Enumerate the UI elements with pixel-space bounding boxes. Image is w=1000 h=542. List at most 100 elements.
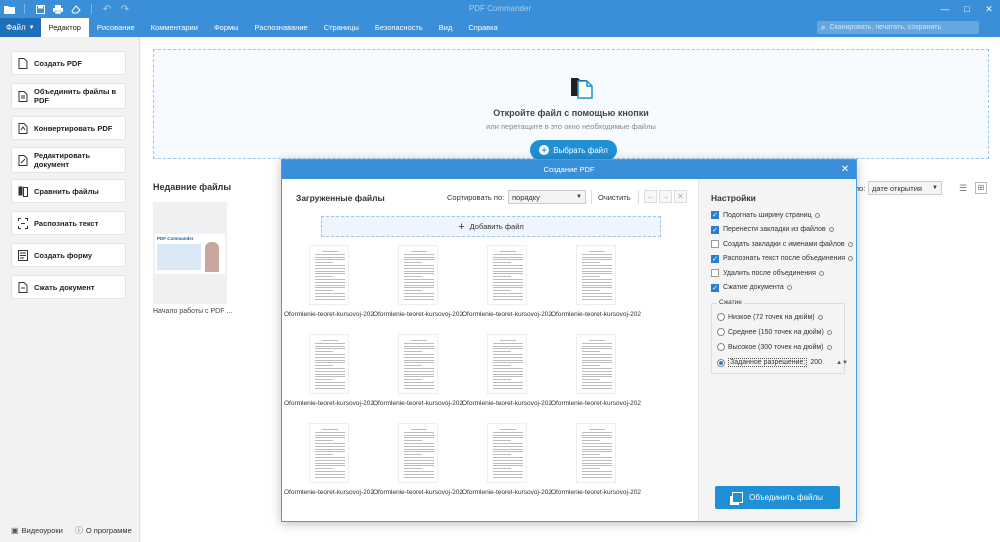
merge-files-button-primary[interactable]: Объединить файлы: [715, 486, 840, 509]
setting-label: Удалить после объединения: [723, 269, 816, 277]
compression-custom-radio[interactable]: Заданное разрешение: 200 ▲▼: [717, 358, 848, 367]
compression-high-label: Высокое (300 точек на дюйм): [728, 343, 824, 351]
create-form-button[interactable]: Создать форму: [11, 243, 126, 267]
list-view-icon[interactable]: ☰: [959, 183, 969, 193]
file-name: Oformlenie-teoret-kursovoj-2026...: [284, 311, 374, 318]
video-icon: ▣: [11, 526, 19, 535]
compression-medium-label: Среднее (150 точек на дюйм): [728, 328, 824, 336]
choose-file-button[interactable]: + Выбрать файл: [530, 140, 617, 160]
setting-option[interactable]: ✓ Подогнать ширину страниц: [711, 211, 820, 219]
checkbox[interactable]: [711, 240, 719, 248]
grid-view-icon[interactable]: ⊞: [975, 182, 987, 194]
form-icon: [18, 249, 28, 261]
tab-recognition[interactable]: Распознавание: [247, 18, 316, 37]
choose-file-label: Выбрать файл: [553, 145, 608, 155]
checkbox[interactable]: ✓: [711, 254, 719, 263]
drop-zone[interactable]: Откройте файл с помощью кнопки или перет…: [153, 49, 989, 160]
help-icon[interactable]: [826, 344, 832, 350]
tab-editor[interactable]: Редактор: [40, 18, 89, 37]
checkbox[interactable]: ✓: [711, 225, 719, 234]
file-name: Oformlenie-teoret-kursovoj-2026...: [462, 311, 552, 318]
eraser-icon[interactable]: [67, 0, 85, 18]
create-form-label: Создать форму: [34, 250, 93, 260]
convert-pdf-button[interactable]: Конвертировать PDF: [11, 116, 126, 140]
about-link[interactable]: ⓘ О программе: [75, 525, 132, 536]
radio-high[interactable]: [717, 343, 725, 351]
open-folder-icon[interactable]: [0, 0, 18, 18]
tab-forms[interactable]: Формы: [206, 18, 247, 37]
compare-files-label: Сравнить файлы: [34, 186, 99, 196]
tab-comments[interactable]: Комментарии: [143, 18, 206, 37]
compression-low-radio[interactable]: Низкое (72 точек на дюйм): [717, 313, 823, 321]
clear-button[interactable]: Очистить: [598, 193, 631, 202]
move-left-icon[interactable]: ←: [644, 190, 657, 203]
remove-icon[interactable]: ✕: [674, 190, 687, 203]
help-icon[interactable]: [826, 329, 832, 335]
radio-low[interactable]: [717, 313, 725, 321]
compare-files-button[interactable]: Сравнить файлы: [11, 179, 126, 203]
tab-pages[interactable]: Страницы: [316, 18, 367, 37]
sort-select[interactable]: порядку ▼: [508, 190, 586, 204]
file-name: Oformlenie-teoret-kursovoj-2026...: [462, 489, 552, 496]
tab-drawing[interactable]: Рисование: [89, 18, 143, 37]
print-icon[interactable]: [49, 0, 67, 18]
tab-view[interactable]: Вид: [431, 18, 461, 37]
compression-medium-radio[interactable]: Среднее (150 точек на дюйм): [717, 328, 832, 336]
resolution-input[interactable]: 200: [810, 359, 822, 366]
radio-custom[interactable]: [717, 358, 725, 367]
file-menu[interactable]: Файл ▼: [0, 18, 41, 37]
redo-icon[interactable]: ↷: [116, 0, 134, 18]
save-icon[interactable]: [31, 0, 49, 18]
maximize-icon[interactable]: □: [956, 0, 978, 18]
setting-label: Создать закладки с именами файлов: [723, 240, 845, 248]
compression-high-radio[interactable]: Высокое (300 точек на дюйм): [717, 343, 832, 351]
help-icon[interactable]: [814, 212, 820, 218]
setting-option[interactable]: ✓ Распознать текст после объединения: [711, 254, 854, 263]
drop-zone-subtitle: или перетащите в это окно необходимые фа…: [486, 122, 656, 131]
info-icon: ⓘ: [74, 526, 83, 535]
search-box[interactable]: ⌕: [817, 21, 979, 34]
uploaded-files-panel: Загруженные файлы Сортировать по: порядк…: [282, 179, 698, 521]
file-thumbnail: [576, 245, 616, 305]
add-file-label: Добавить файл: [469, 222, 524, 231]
spinner-icon[interactable]: ▲▼: [836, 360, 848, 366]
close-icon[interactable]: ✕: [839, 160, 851, 179]
edit-document-button[interactable]: Редактировать документ: [11, 147, 126, 173]
plus-icon: +: [539, 145, 550, 155]
help-icon[interactable]: [828, 227, 834, 232]
setting-option[interactable]: Создать закладки с именами файлов: [711, 240, 853, 248]
tab-security[interactable]: Безопасность: [367, 18, 431, 37]
recognize-text-button[interactable]: Распознать текст: [11, 211, 126, 235]
create-pdf-button[interactable]: Создать PDF: [11, 51, 126, 75]
help-icon[interactable]: [818, 270, 824, 276]
recent-sort-select[interactable]: дате открытия ▼: [868, 181, 942, 195]
file-thumbnail: [398, 334, 438, 394]
merge-icon: [18, 90, 28, 102]
video-tutorials-link[interactable]: ▣ Видеоуроки: [11, 526, 63, 535]
help-icon[interactable]: [786, 285, 792, 290]
radio-medium[interactable]: [717, 328, 725, 336]
file-name: Oformlenie-teoret-kursovoj-2026...: [284, 489, 374, 496]
setting-option[interactable]: ✓ Сжатие документа: [711, 283, 792, 292]
help-icon[interactable]: [847, 241, 853, 247]
recent-file-card[interactable]: PDF Commander: [153, 202, 227, 304]
compress-document-button[interactable]: Сжать документ: [11, 275, 126, 299]
checkbox[interactable]: ✓: [711, 211, 719, 219]
setting-option[interactable]: Удалить после объединения: [711, 269, 824, 277]
compress-icon: [18, 281, 28, 293]
add-file-button[interactable]: + Добавить файл: [321, 216, 661, 237]
move-right-icon[interactable]: →: [659, 190, 672, 203]
setting-option[interactable]: ✓ Перенести закладки из файлов: [711, 225, 834, 234]
checkbox[interactable]: [711, 269, 719, 277]
undo-icon[interactable]: ↶: [98, 0, 116, 18]
tab-help[interactable]: Справка: [460, 18, 505, 37]
close-window-icon[interactable]: ✕: [978, 0, 1000, 18]
help-icon[interactable]: [817, 314, 823, 320]
help-icon[interactable]: [848, 256, 854, 261]
merge-files-button[interactable]: Объединить файлы в PDF: [11, 83, 126, 109]
minimize-icon[interactable]: —: [934, 0, 956, 18]
checkbox[interactable]: ✓: [711, 283, 719, 292]
search-input[interactable]: [829, 24, 970, 31]
compression-group: Сжатие Низкое (72 точек на дюйм) Среднее…: [711, 299, 848, 374]
toolbar-separator: [24, 4, 25, 14]
